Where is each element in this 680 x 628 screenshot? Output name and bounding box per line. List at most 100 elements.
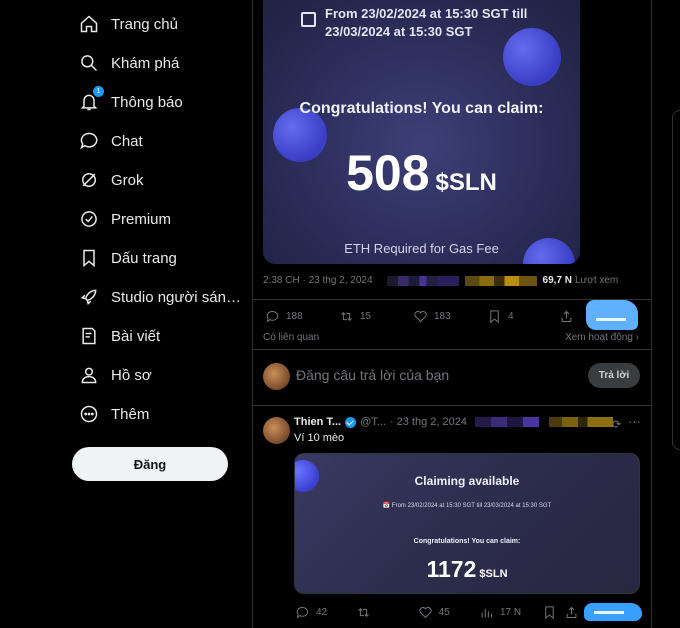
related-row: Có liên quan Xem hoạt động ›: [263, 332, 639, 343]
notification-badge: 1: [93, 86, 104, 97]
tweet1-actions: 188 15 183 4: [265, 309, 565, 324]
tweet1-media-card[interactable]: From 23/02/2024 at 15:30 SGT till 23/03/…: [263, 0, 580, 264]
share-action[interactable]: [564, 605, 585, 620]
verified-badge-icon: [345, 416, 357, 428]
nav-bookmarks[interactable]: Dấu trang: [78, 245, 177, 271]
redacted-pixels: [548, 417, 613, 427]
amount-number: 508: [346, 145, 430, 201]
column-divider-left: [252, 0, 253, 628]
redaction-blob-detail: [594, 611, 624, 614]
redaction-blob-detail: [596, 318, 626, 321]
home-icon: [78, 13, 100, 35]
post-button[interactable]: Đăng: [72, 447, 228, 481]
redaction-blob: [586, 300, 638, 330]
tweet-timestamp[interactable]: 2:38 CH · 23 thg 2, 2024: [263, 275, 373, 286]
author-name[interactable]: Thien T...: [294, 416, 341, 428]
reply-action[interactable]: 42: [295, 605, 356, 620]
claim-amount: 1172 $SLN: [295, 556, 639, 583]
views-label: Lượt xem: [575, 275, 619, 286]
reply-icon: [266, 310, 279, 323]
views-action[interactable]: 17 N: [479, 605, 542, 620]
search-icon: [78, 52, 100, 74]
reply-count: 42: [316, 607, 328, 618]
nav-label: Hồ sơ: [111, 366, 152, 384]
reply-action[interactable]: 188: [265, 309, 339, 324]
user-avatar[interactable]: [263, 363, 290, 390]
author-handle[interactable]: @T...: [360, 416, 386, 428]
nav-grok[interactable]: Grok: [78, 167, 144, 193]
claim-period-text: From 23/02/2024 at 15:30 SGT till 23/03/…: [391, 503, 552, 509]
like-action[interactable]: 45: [418, 605, 479, 620]
column-divider-right: [651, 0, 652, 628]
token-symbol: $SLN: [435, 169, 497, 196]
bell-icon: 1: [78, 86, 104, 113]
congrats-text: Congratulations! You can claim:: [299, 100, 544, 117]
repost-icon: [358, 608, 370, 617]
tweet-date[interactable]: · 23 thg 2, 2024: [390, 416, 467, 428]
redacted-pixels: [474, 417, 539, 427]
share-icon: [561, 310, 572, 322]
nav-label: Thêm: [111, 405, 150, 423]
views-count: 69,7 N: [542, 275, 572, 286]
gas-fee-note: ETH Required for Gas Fee: [344, 241, 499, 256]
nav-articles[interactable]: Bài viết: [78, 323, 160, 349]
heart-icon: [414, 311, 427, 323]
nav-chat[interactable]: Chat: [78, 128, 143, 154]
calendar-icon: [301, 12, 316, 27]
author-avatar[interactable]: [263, 417, 290, 444]
reply-submit-button[interactable]: Trả lời: [588, 363, 640, 388]
article-icon: [78, 325, 100, 347]
nav-notifications[interactable]: 1 Thông báo: [78, 86, 183, 115]
row-divider: [252, 349, 651, 350]
nav-label: Thông báo: [111, 93, 183, 111]
nav-label: Premium: [111, 210, 172, 228]
claim-period: 📅 From 23/02/2024 at 15:30 SGT till 23/0…: [382, 503, 552, 509]
bookmark-action[interactable]: 4: [487, 309, 561, 324]
nav-label: Grok: [111, 171, 144, 189]
nav-profile[interactable]: Hồ sơ: [78, 362, 152, 388]
tweet2-media-card[interactable]: Claiming available 📅 From 23/02/2024 at …: [294, 453, 640, 594]
nav-creator-studio[interactable]: Studio người sán…: [78, 284, 241, 310]
more-options-icon[interactable]: ···: [628, 414, 641, 429]
nav-label: Bài viết: [111, 327, 161, 345]
claim-card-title: Claiming available: [414, 474, 520, 488]
tweet2-text: Ví 10 mèo: [294, 432, 345, 444]
grok-icon[interactable]: ⟳: [612, 418, 621, 431]
tweet1-meta: 2:38 CH · 23 thg 2, 2024 69,7 N Lượt xem: [263, 275, 618, 286]
tweet2-header: Thien T... @T... · 23 thg 2, 2024: [294, 416, 613, 428]
repost-action[interactable]: 15: [339, 309, 413, 324]
related-label[interactable]: Có liên quan: [263, 332, 319, 343]
claim-period-line1: From 23/02/2024 at 15:30 SGT till: [325, 6, 528, 21]
like-count: 183: [434, 311, 451, 322]
redacted-pixels: [386, 275, 459, 286]
like-action[interactable]: 183: [413, 309, 487, 324]
share-button[interactable]: [559, 309, 574, 329]
redacted-pixels: [464, 275, 537, 286]
bookmark-icon: [78, 247, 100, 269]
congrats-text: Congratulations! You can claim:: [413, 538, 521, 545]
chat-icon: [78, 130, 100, 152]
nav-premium[interactable]: Premium: [78, 206, 171, 232]
nav-explore[interactable]: Khám phá: [78, 50, 179, 76]
reply-input[interactable]: Đăng câu trả lời của bạn: [296, 367, 449, 383]
bookmark-icon: [545, 606, 554, 620]
like-count: 45: [438, 607, 450, 618]
amount-number: 1172: [426, 556, 477, 582]
claim-period: From 23/02/2024 at 15:30 SGT till 23/03/…: [325, 5, 527, 41]
views-count: 17 N: [499, 607, 522, 618]
analytics-icon: [481, 608, 492, 618]
token-symbol: $SLN: [479, 568, 508, 580]
nav-label: Chat: [111, 132, 143, 150]
nav-label: Trang chủ: [111, 15, 178, 33]
profile-icon: [78, 364, 100, 386]
bookmark-icon: [490, 310, 499, 324]
premium-icon: [78, 208, 100, 230]
view-activity-link[interactable]: Xem hoạt động ›: [565, 332, 639, 343]
repost-action[interactable]: [356, 605, 417, 620]
more-icon: [78, 403, 100, 425]
nav-label: Khám phá: [111, 54, 180, 72]
nav-home[interactable]: Trang chủ: [78, 11, 178, 37]
nav-more[interactable]: Thêm: [78, 401, 149, 427]
reply-count: 188: [286, 311, 303, 322]
bookmark-action[interactable]: [542, 605, 564, 620]
